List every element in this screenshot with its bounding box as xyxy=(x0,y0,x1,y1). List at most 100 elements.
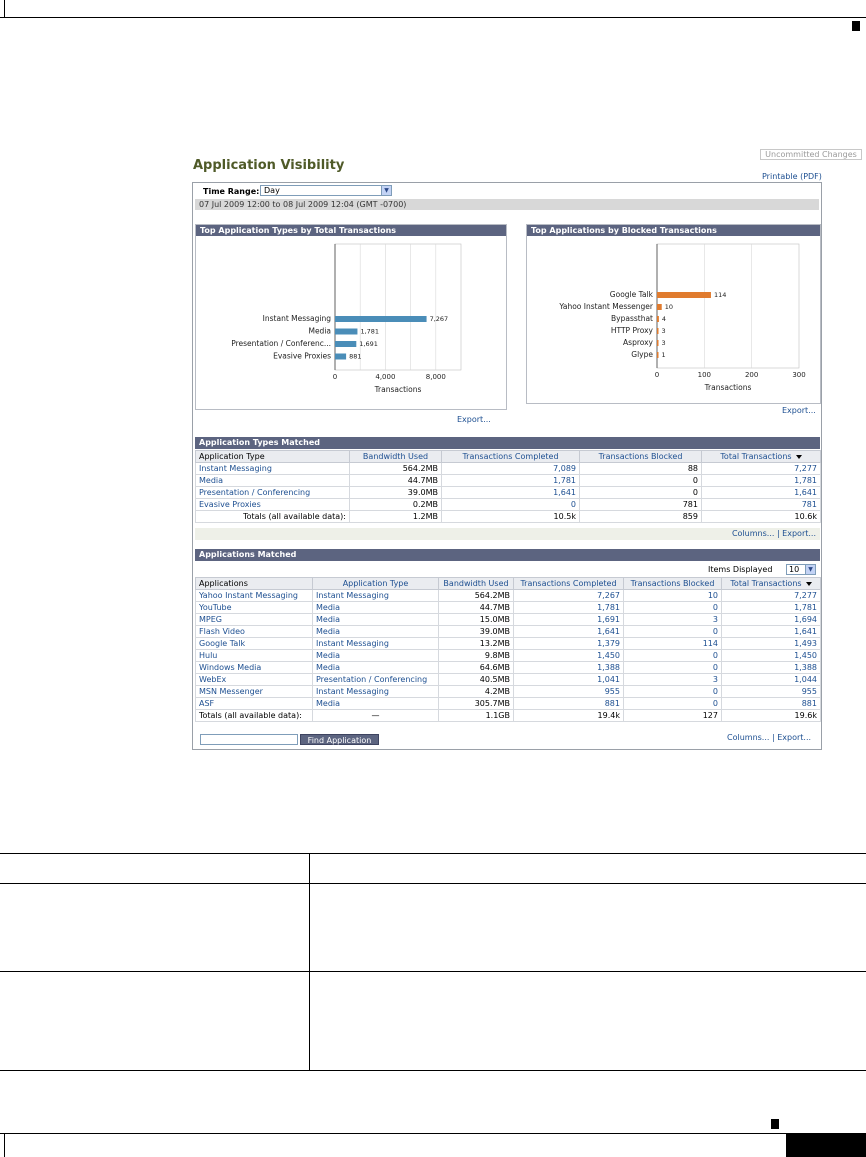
table-cell[interactable]: Presentation / Conferencing xyxy=(195,486,350,499)
items-displayed-select[interactable]: 10 ▼ xyxy=(786,564,816,575)
table-row: Evasive Proxies 0.2MB 0 781 781 xyxy=(195,498,821,511)
table-cell[interactable]: Instant Messaging xyxy=(312,637,439,650)
totals-cell: 859 xyxy=(579,510,702,523)
table-cell: 0 xyxy=(623,685,722,698)
table-cell[interactable]: Media xyxy=(312,601,439,614)
chevron-down-icon[interactable]: ▼ xyxy=(381,186,391,195)
chart-bar xyxy=(657,304,662,310)
table-cell[interactable]: Media xyxy=(312,661,439,674)
data-label: 7,267 xyxy=(430,315,449,323)
table-cell: 881 xyxy=(721,697,821,710)
find-application-input[interactable] xyxy=(200,734,298,745)
table-cell: 955 xyxy=(721,685,821,698)
table-cell[interactable]: Yahoo Instant Messaging xyxy=(195,589,313,602)
table-cell: 1,781 xyxy=(721,601,821,614)
table-header-row: Applications Application Type Bandwidth … xyxy=(195,577,821,590)
page-bottom-rule xyxy=(0,1133,866,1134)
app-types-footer-links[interactable]: Columns... | Export... xyxy=(195,528,820,540)
table-cell: 1,641 xyxy=(721,625,821,638)
table-cell[interactable]: Media xyxy=(312,649,439,662)
time-range-select[interactable]: Day ▼ xyxy=(260,185,392,196)
chevron-down-icon[interactable]: ▼ xyxy=(805,565,815,574)
table-row: Presentation / Conferencing 39.0MB 1,641 0 1… xyxy=(195,486,821,499)
col-transactions-completed[interactable]: Transactions Completed xyxy=(513,577,624,590)
table-cell: 9.8MB xyxy=(438,649,514,662)
table-cell: 305.7MB xyxy=(438,697,514,710)
chart-app-types: Instant Messaging 7,267 Media 1,781 Presenta… xyxy=(231,243,462,394)
export-link-blocked[interactable]: Export... xyxy=(782,406,816,415)
category-label: Asproxy xyxy=(623,338,654,347)
printable-pdf-link[interactable]: Printable (PDF) xyxy=(762,172,822,181)
table-cell[interactable]: Windows Media xyxy=(195,661,313,674)
table-row: Flash Video Media 39.0MB 1,641 0 1,641 xyxy=(195,625,821,638)
table-cell[interactable]: Instant Messaging xyxy=(195,462,350,475)
col-transactions-blocked[interactable]: Transactions Blocked xyxy=(623,577,722,590)
table-cell[interactable]: Instant Messaging xyxy=(312,589,439,602)
table-row: Instant Messaging 564.2MB 7,089 88 7,277 xyxy=(195,462,821,475)
col-transactions-blocked[interactable]: Transactions Blocked xyxy=(579,450,702,463)
col-total-transactions[interactable]: Total Transactions xyxy=(721,577,821,590)
table-cell[interactable]: Instant Messaging xyxy=(312,685,439,698)
table-cell: 781 xyxy=(579,498,702,511)
col-transactions-completed[interactable]: Transactions Completed xyxy=(441,450,580,463)
export-link-app-types[interactable]: Export... xyxy=(457,415,491,424)
totals-cell: Totals (all available data): xyxy=(195,709,313,722)
apps-footer-links[interactable]: Columns... | Export... xyxy=(727,733,811,742)
time-range-value: Day xyxy=(264,186,280,195)
table-cell[interactable]: ASF xyxy=(195,697,313,710)
table-header-row: Application Type Bandwidth Used Transact… xyxy=(195,450,821,463)
find-application-button[interactable]: Find Application xyxy=(300,734,379,745)
table-cell[interactable]: Media xyxy=(312,697,439,710)
table-cell[interactable]: Presentation / Conferencing xyxy=(312,673,439,686)
col-applications[interactable]: Applications xyxy=(195,577,313,590)
table-cell[interactable]: WebEx xyxy=(195,673,313,686)
table-cell[interactable]: Hulu xyxy=(195,649,313,662)
data-label: 1,691 xyxy=(359,340,378,348)
chart-title-blocked: Top Applications by Blocked Transactions xyxy=(527,225,820,236)
category-label: Glype xyxy=(631,350,653,359)
table-cell: 1,041 xyxy=(513,673,624,686)
table-cell: 1,450 xyxy=(721,649,821,662)
data-label: 114 xyxy=(714,291,726,299)
table-cell[interactable]: Media xyxy=(312,625,439,638)
plot-area xyxy=(656,243,800,369)
table-cell: 0 xyxy=(623,625,722,638)
totals-cell: 10.5k xyxy=(441,510,580,523)
category-label: Bypassthat xyxy=(611,314,653,323)
table-cell: 13.2MB xyxy=(438,637,514,650)
col-bandwidth-used[interactable]: Bandwidth Used xyxy=(349,450,442,463)
table-cell: 15.0MB xyxy=(438,613,514,626)
category-label: Google Talk xyxy=(610,290,654,299)
table-cell: 7,277 xyxy=(701,462,821,475)
uncommitted-changes-button[interactable]: Uncommitted Changes xyxy=(760,149,862,160)
table-cell[interactable]: MSN Messenger xyxy=(195,685,313,698)
apps-section-title: Applications Matched xyxy=(195,549,820,561)
table-cell: 64.6MB xyxy=(438,661,514,674)
chart-panel-app-types: Top Application Types by Total Transacti… xyxy=(195,224,507,410)
table-row: Google Talk Instant Messaging 13.2MB 1,379 1… xyxy=(195,637,821,650)
table-cell[interactable]: YouTube xyxy=(195,601,313,614)
table-row: YouTube Media 44.7MB 1,781 0 1,781 xyxy=(195,601,821,614)
col-total-transactions[interactable]: Total Transactions xyxy=(701,450,821,463)
table-cell: 1,450 xyxy=(513,649,624,662)
col-bandwidth-used[interactable]: Bandwidth Used xyxy=(438,577,514,590)
table-cell: 0 xyxy=(579,486,702,499)
table-cell[interactable]: Media xyxy=(312,613,439,626)
table-cell[interactable]: Flash Video xyxy=(195,625,313,638)
data-label: 3 xyxy=(662,327,666,335)
table-cell[interactable]: MPEG xyxy=(195,613,313,626)
col-application-type[interactable]: Application Type xyxy=(195,450,350,463)
table-cell[interactable]: Evasive Proxies xyxy=(195,498,350,511)
page-top-border xyxy=(4,0,5,18)
app-types-section-title: Application Types Matched xyxy=(195,437,820,449)
sort-desc-icon xyxy=(795,454,802,459)
table-cell[interactable]: Google Talk xyxy=(195,637,313,650)
chart-blocked: Google Talk 114Yahoo Instant Messenger 10B… xyxy=(558,243,806,392)
chart-title-app-types: Top Application Types by Total Transacti… xyxy=(196,225,506,236)
table-cell: 1,781 xyxy=(701,474,821,487)
category-label: Yahoo Instant Messenger xyxy=(558,302,654,311)
doc-table-divider xyxy=(309,853,310,1071)
col-application-type[interactable]: Application Type xyxy=(312,577,439,590)
table-cell: 1,388 xyxy=(721,661,821,674)
table-cell[interactable]: Media xyxy=(195,474,350,487)
